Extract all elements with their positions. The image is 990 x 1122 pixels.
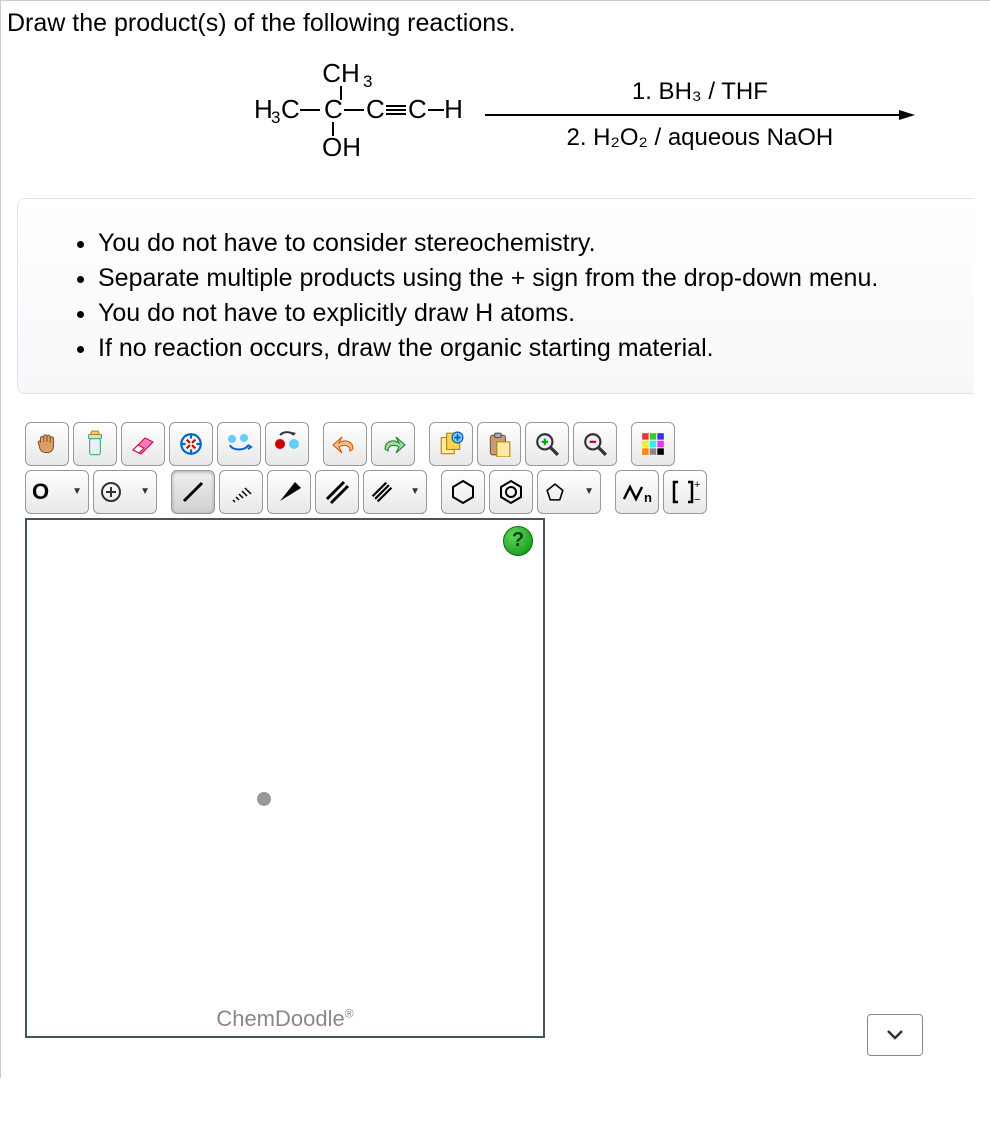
question-prompt: Draw the product(s) of the following rea…	[7, 9, 984, 38]
cyclohexane-button[interactable]	[441, 470, 485, 514]
reactant-structure: CH 3 H 3 C C C C H OH H	[236, 62, 465, 168]
svg-text:3: 3	[271, 108, 280, 127]
chevron-down-icon	[886, 1029, 904, 1041]
reaction-arrow: 1. BH₃ / THF 2. H₂O₂ / aqueous NaOH	[485, 78, 915, 152]
copy-button[interactable]	[429, 422, 473, 466]
chevron-down-icon: ▼	[72, 486, 82, 497]
chevron-down-icon: ▼	[140, 486, 150, 497]
bracket-tool-button[interactable]: +−	[663, 470, 707, 514]
chevron-down-icon: ▼	[410, 486, 420, 497]
zoom-out-button[interactable]	[573, 422, 617, 466]
svg-text:C: C	[408, 94, 427, 124]
svg-text:OH: OH	[322, 132, 361, 162]
toolbar-row-1	[25, 422, 975, 466]
hint-item: You do not have to consider stereochemis…	[98, 229, 956, 258]
clear-button[interactable]	[73, 422, 117, 466]
benzene-button[interactable]	[489, 470, 533, 514]
svg-text:CH: CH	[322, 62, 360, 88]
svg-text:C: C	[366, 94, 385, 124]
chevron-down-icon: ▼	[584, 486, 594, 497]
drawing-canvas[interactable]: ? ChemDoodle®	[25, 518, 545, 1038]
triple-bond-button[interactable]: ▼	[363, 470, 427, 514]
hint-item: You do not have to explicitly draw H ato…	[98, 299, 956, 328]
recessed-bond-button[interactable]	[219, 470, 263, 514]
charge-picker[interactable]: ▼	[93, 470, 157, 514]
ring-picker[interactable]: ▼	[537, 470, 601, 514]
toolbar-row-2: O ▼ ▼	[25, 470, 975, 514]
clean-button[interactable]	[217, 422, 261, 466]
svg-text:−: −	[694, 494, 700, 506]
undo-button[interactable]	[323, 422, 367, 466]
reaction-scheme: CH 3 H 3 C C C C H OH H 1	[167, 62, 984, 168]
svg-text:n: n	[644, 490, 652, 505]
reagent-2: 2. H₂O₂ / aqueous NaOH	[567, 124, 834, 152]
color-picker-button[interactable]	[631, 422, 675, 466]
canvas-help-button[interactable]: ?	[503, 526, 533, 556]
erase-button[interactable]	[121, 422, 165, 466]
svg-text:H: H	[254, 94, 273, 124]
svg-text:C: C	[324, 94, 343, 124]
double-bond-button[interactable]	[315, 470, 359, 514]
center-button[interactable]	[169, 422, 213, 466]
hints-panel: You do not have to consider stereochemis…	[17, 198, 974, 394]
redo-button[interactable]	[371, 422, 415, 466]
svg-text:3: 3	[363, 72, 372, 91]
element-picker[interactable]: O ▼	[25, 470, 89, 514]
reagent-1: 1. BH₃ / THF	[632, 78, 768, 106]
single-bond-button[interactable]	[171, 470, 215, 514]
canvas-start-atom[interactable]	[257, 792, 271, 806]
flip-button[interactable]	[265, 422, 309, 466]
paste-button[interactable]	[477, 422, 521, 466]
element-label: O	[32, 479, 49, 505]
wedge-bond-button[interactable]	[267, 470, 311, 514]
chain-tool-button[interactable]: n	[615, 470, 659, 514]
pan-hand-button[interactable]	[25, 422, 69, 466]
chemdoodle-brand: ChemDoodle®	[27, 1006, 543, 1032]
svg-text:+: +	[694, 479, 700, 491]
svg-text:C: C	[281, 94, 300, 124]
hint-item: If no reaction occurs, draw the organic …	[98, 334, 956, 363]
answer-dropdown[interactable]	[867, 1014, 923, 1056]
zoom-in-button[interactable]	[525, 422, 569, 466]
chemdoodle-editor: O ▼ ▼	[25, 422, 975, 1058]
hint-item: Separate multiple products using the + s…	[98, 264, 956, 293]
